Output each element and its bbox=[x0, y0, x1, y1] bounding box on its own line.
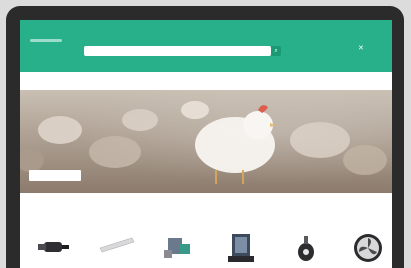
main-nav bbox=[20, 72, 392, 91]
laptop-frame: ⌕ ✕ bbox=[6, 6, 404, 268]
valve-icon bbox=[164, 238, 190, 258]
carousel-dots bbox=[196, 191, 232, 193]
feeder-icon bbox=[298, 236, 314, 261]
product-card-2[interactable] bbox=[96, 230, 136, 266]
site-header: ⌕ ✕ bbox=[20, 20, 392, 72]
product-card-1[interactable] bbox=[34, 230, 74, 266]
floodlight-icon bbox=[228, 234, 254, 262]
search-button[interactable]: ⌕ bbox=[271, 46, 281, 56]
hero-banner[interactable] bbox=[20, 90, 392, 193]
search-icon: ⌕ bbox=[274, 48, 278, 54]
browser-screen: ⌕ ✕ bbox=[20, 20, 392, 268]
plug-icon bbox=[38, 242, 69, 252]
search-bar[interactable] bbox=[84, 46, 271, 56]
fan-icon bbox=[354, 234, 382, 262]
product-card-4[interactable] bbox=[222, 230, 262, 266]
search-input[interactable] bbox=[88, 48, 208, 54]
logo-icon[interactable] bbox=[30, 39, 62, 42]
close-icon[interactable]: ✕ bbox=[358, 44, 364, 52]
product-card-3[interactable] bbox=[158, 230, 198, 266]
product-card-5[interactable] bbox=[286, 230, 326, 266]
products-section bbox=[20, 200, 392, 268]
product-card-6[interactable] bbox=[348, 230, 388, 266]
hero-cta-button[interactable] bbox=[29, 170, 81, 181]
lamp-icon bbox=[99, 237, 135, 253]
